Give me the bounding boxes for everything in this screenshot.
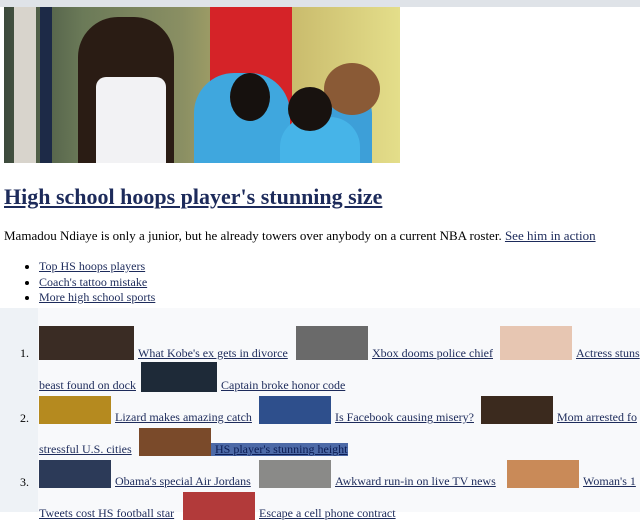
hero-kid-1-head: [230, 73, 270, 121]
related-link-top-hs-players[interactable]: Top HS hoops players: [39, 259, 145, 273]
list-number: 2.: [20, 411, 29, 425]
story-link-label[interactable]: Tweets cost HS football star: [39, 507, 174, 520]
hero-kid-3-head: [324, 63, 380, 115]
related-link-coach-tattoo[interactable]: Coach's tattoo mistake: [39, 275, 147, 289]
hero-pillar: [14, 7, 36, 163]
story-link[interactable]: Tweets cost HS football star: [39, 507, 174, 520]
list-item: More high school sports: [39, 290, 155, 306]
list-item: Coach's tattoo mistake: [39, 275, 155, 291]
list-number: 3.: [20, 475, 29, 489]
see-him-in-action-link[interactable]: See him in action: [505, 228, 596, 243]
story-link[interactable]: Escape a cell phone contract: [183, 492, 396, 520]
related-link-more-sports[interactable]: More high school sports: [39, 290, 155, 304]
description-text: Mamadou Ndiaye is only a junior, but he …: [4, 228, 502, 243]
hero-kid-2-head: [288, 87, 332, 131]
headline-link[interactable]: High school hoops player's stunning size: [4, 184, 382, 210]
more-stories-section: 1. 2. 3. What Kobe's ex gets in divorce …: [0, 308, 640, 520]
hero-post: [40, 7, 52, 163]
top-bar: [0, 0, 640, 7]
cell-phones-thumbnail: [183, 492, 255, 520]
hero-image[interactable]: [4, 7, 400, 163]
list-number: 1.: [20, 346, 29, 360]
hero-jersey: [96, 77, 166, 163]
story-link-label[interactable]: Escape a cell phone contract: [255, 507, 396, 520]
list-item: Top HS hoops players: [39, 259, 155, 275]
related-links: Top HS hoops players Coach's tattoo mist…: [20, 259, 155, 306]
story-row: Tweets cost HS football star Escape a ce…: [39, 480, 640, 520]
story-description: Mamadou Ndiaye is only a junior, but he …: [4, 228, 596, 244]
